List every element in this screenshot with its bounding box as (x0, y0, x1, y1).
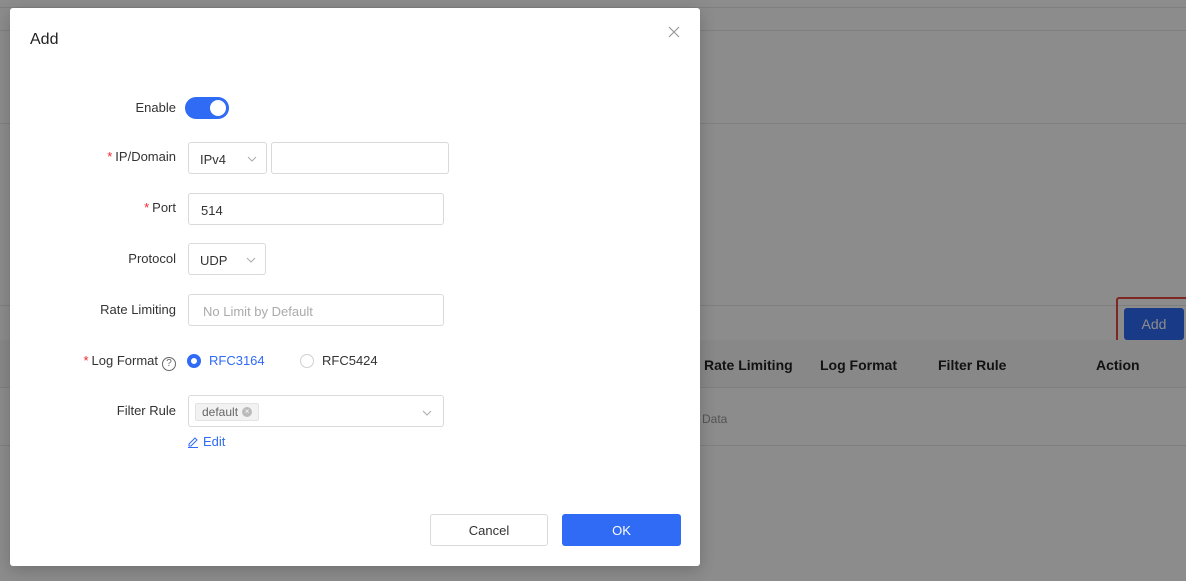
radio-rfc5424[interactable]: RFC5424 (300, 353, 378, 368)
ip-type-value: IPv4 (200, 152, 227, 167)
filter-tag: default × (195, 403, 260, 421)
port-label: * Port (144, 200, 176, 215)
filter-rule-label: Filter Rule (116, 403, 176, 418)
filter-tag-label: default (202, 405, 239, 419)
add-dialog: Add Enable * IP/Domain IPv4 * Port 514 Pro… (10, 8, 700, 566)
log-format-label: * Log Format? (83, 353, 176, 371)
edit-link[interactable]: Edit (187, 434, 225, 449)
edit-label: Edit (203, 434, 226, 449)
radio-rfc3164-label: RFC3164 (209, 353, 265, 368)
protocol-label: Protocol (128, 251, 176, 266)
filter-rule-select[interactable]: default × (188, 395, 444, 427)
ok-button[interactable]: OK (562, 514, 681, 546)
ip-domain-input[interactable] (271, 142, 449, 174)
ip-type-select[interactable]: IPv4 (188, 142, 267, 174)
ip-domain-label: * IP/Domain (107, 149, 176, 164)
help-icon[interactable]: ? (162, 357, 176, 371)
chevron-down-icon (246, 257, 256, 263)
radio-selected-icon (187, 353, 201, 368)
dialog-title: Add (30, 31, 59, 48)
chevron-down-icon (422, 410, 432, 416)
tag-remove-icon[interactable]: × (242, 407, 253, 417)
port-input[interactable]: 514 (188, 193, 444, 225)
close-icon[interactable] (666, 26, 682, 42)
cancel-button[interactable]: Cancel (430, 514, 548, 546)
protocol-value: UDP (200, 253, 228, 268)
toggle-knob (210, 100, 226, 116)
chevron-down-icon (247, 156, 257, 162)
protocol-select[interactable]: UDP (188, 243, 266, 275)
radio-rfc3164[interactable]: RFC3164 (187, 353, 265, 368)
rate-limiting-input[interactable]: No Limit by Default (188, 294, 444, 326)
enable-label: Enable (135, 100, 176, 115)
radio-unselected-icon (300, 353, 314, 368)
rate-limiting-placeholder: No Limit by Default (203, 304, 313, 319)
enable-toggle[interactable] (185, 97, 229, 119)
rate-limiting-label: Rate Limiting (100, 302, 176, 317)
radio-rfc5424-label: RFC5424 (322, 353, 378, 368)
port-value: 514 (201, 203, 223, 218)
edit-icon (188, 436, 198, 448)
